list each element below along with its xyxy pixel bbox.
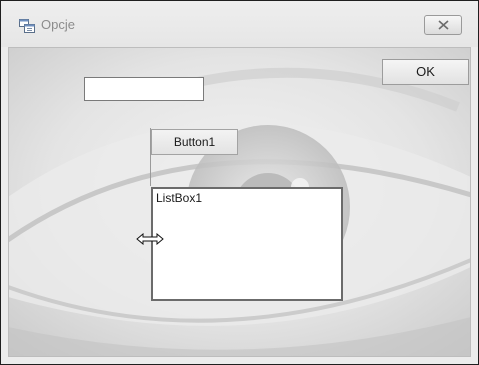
form-client-area: OK Button1 ListBox1	[8, 47, 471, 357]
title-bar[interactable]: Opcje	[1, 1, 478, 47]
close-x-icon	[438, 20, 449, 30]
listbox1[interactable]: ListBox1	[151, 187, 343, 301]
horizontal-resize-cursor-icon	[136, 233, 164, 245]
form-window-icon	[19, 19, 35, 33]
text-input[interactable]	[84, 77, 204, 101]
listbox-label: ListBox1	[156, 191, 203, 205]
window-title: Opcje	[41, 17, 75, 32]
close-button[interactable]	[424, 15, 462, 35]
dialog-window: Opcje OK Button1 ListBox1	[0, 0, 479, 365]
button1[interactable]: Button1	[151, 129, 238, 155]
ok-button[interactable]: OK	[382, 59, 469, 85]
